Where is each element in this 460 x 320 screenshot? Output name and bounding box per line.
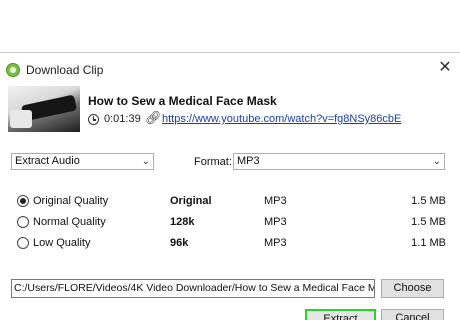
mode-select-value: Extract Audio [15,155,80,167]
extract-button[interactable]: Extract [305,309,376,320]
choose-button[interactable]: Choose [381,279,444,298]
quality-row-low[interactable]: Low Quality 96k MP3 1.1 MB [0,234,460,252]
radio-button-normal[interactable] [17,216,29,228]
quality-label: Normal Quality [33,216,106,228]
quality-size: 1.5 MB [411,216,446,228]
video-title: How to Sew a Medical Face Mask [88,94,277,108]
quality-format: MP3 [264,195,287,207]
thumbnail-fabric-shape [10,110,32,128]
format-select-value: MP3 [237,155,260,167]
quality-label: Low Quality [33,237,91,249]
chevron-down-icon: ⌄ [432,156,441,167]
quality-bitrate: 128k [170,216,195,228]
title-bar: Download Clip ✕ [0,53,460,85]
window-title: Download Clip [26,63,104,77]
quality-label: Original Quality [33,195,109,207]
quality-row-original[interactable]: Original Quality Original MP3 1.5 MB [0,192,460,210]
quality-size: 1.1 MB [411,237,446,249]
radio-button-original[interactable] [17,195,29,207]
save-path-field[interactable]: C:/Users/FLORE/Videos/4K Video Downloade… [11,279,375,298]
format-select[interactable]: MP3 ⌄ [233,153,445,170]
quality-bitrate: Original [170,195,212,207]
cancel-button[interactable]: Cancel [381,309,444,320]
chevron-down-icon: ⌄ [141,156,150,167]
video-duration: 0:01:39 [104,113,141,125]
link-icon: 🔗︎ [145,110,162,125]
quality-bitrate: 96k [170,237,189,249]
format-label: Format: [194,156,232,168]
video-thumbnail [8,86,80,132]
clock-icon [88,114,99,125]
video-url-link[interactable]: https://www.youtube.com/watch?v=fg8NSy86… [162,113,401,125]
quality-format: MP3 [264,216,287,228]
close-icon[interactable]: ✕ [437,59,453,77]
app-icon [6,63,20,77]
mode-select[interactable]: Extract Audio ⌄ [11,153,154,170]
page-background [0,0,460,52]
quality-format: MP3 [264,237,287,249]
radio-button-low[interactable] [17,237,29,249]
quality-size: 1.5 MB [411,195,446,207]
quality-row-normal[interactable]: Normal Quality 128k MP3 1.5 MB [0,213,460,231]
